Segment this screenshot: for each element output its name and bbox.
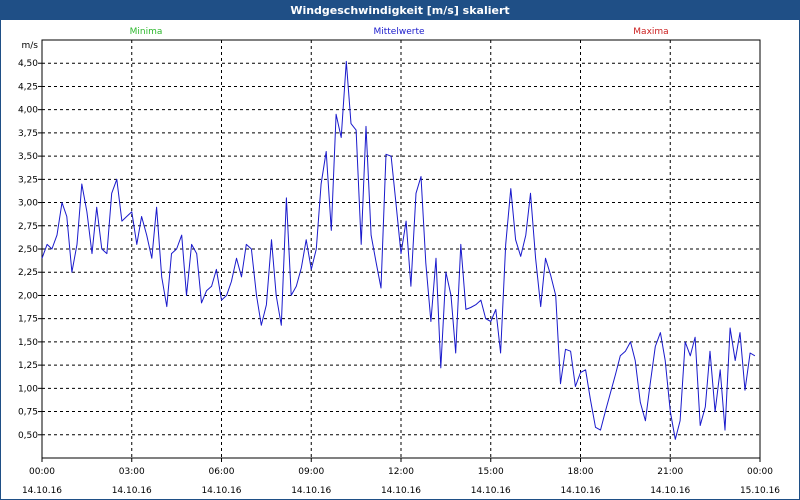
y-tick-label: 2,50: [18, 245, 38, 255]
x-tick-date: 15.10.16: [740, 486, 780, 496]
y-tick-label: 3,25: [18, 175, 38, 185]
legend-maxima: Maxima: [633, 27, 668, 37]
y-tick-label: 3,50: [18, 152, 38, 162]
y-tick-label: 4,25: [18, 82, 38, 92]
y-tick-label: 1,25: [18, 361, 38, 371]
x-tick-date: 14.10.16: [112, 486, 152, 496]
x-tick-date: 14.10.16: [381, 486, 421, 496]
x-tick-date: 14.10.16: [471, 486, 511, 496]
y-axis: m/s 4,50 4,25 4,00 3,75 3,50 3,25 3,00 2,75 2,50…: [18, 41, 42, 441]
x-tick-date: 14.10.16: [22, 486, 62, 496]
y-tick-label: 3,75: [18, 129, 38, 139]
y-tick-label: 1,00: [18, 384, 38, 394]
y-tick-label: 1,75: [18, 315, 38, 325]
x-tick-date: 14.10.16: [560, 486, 600, 496]
chart-canvas: m/s 4,50 4,25 4,00 3,75 3,50 3,25 3,00 2,75 2,50…: [18, 27, 780, 496]
chart-window: Windgeschwindigkeit [m/s] skaliert m/s 4…: [0, 0, 800, 500]
y-tick-label: 2,25: [18, 268, 38, 278]
x-tick-time: 00:00: [29, 467, 55, 477]
x-tick-time: 18:00: [568, 467, 594, 477]
x-tick-time: 06:00: [209, 467, 235, 477]
y-tick-label: 0,50: [18, 431, 38, 441]
x-tick-date: 14.10.16: [291, 486, 331, 496]
legend-mittelwerte: Mittelwerte: [373, 27, 424, 37]
y-tick-label: 2,75: [18, 222, 38, 232]
x-tick-date: 14.10.16: [650, 486, 690, 496]
x-tick-time: 03:00: [119, 467, 145, 477]
legend-minima: Minima: [130, 27, 163, 37]
y-tick-label: 0,75: [18, 408, 38, 418]
y-tick-label: 3,00: [18, 199, 38, 209]
y-tick-label: 4,50: [18, 59, 38, 69]
x-axis: 00:00 14.10.16 03:00 14.10.16 06:00 14.10.16 0…: [22, 458, 780, 496]
x-tick-time: 15:00: [478, 467, 504, 477]
y-tick-label: 2,00: [18, 291, 38, 301]
x-tick-time: 12:00: [388, 467, 414, 477]
x-tick-time: 09:00: [298, 467, 324, 477]
x-tick-time: 21:00: [657, 467, 683, 477]
x-tick-time: 00:00: [747, 467, 773, 477]
y-tick-label: 4,00: [18, 106, 38, 116]
y-axis-unit: m/s: [22, 41, 39, 51]
legend: Minima Mittelwerte Maxima: [130, 27, 669, 37]
window-title: Windgeschwindigkeit [m/s] skaliert: [1, 1, 799, 20]
x-tick-date: 14.10.16: [201, 486, 241, 496]
y-tick-label: 1,50: [18, 338, 38, 348]
